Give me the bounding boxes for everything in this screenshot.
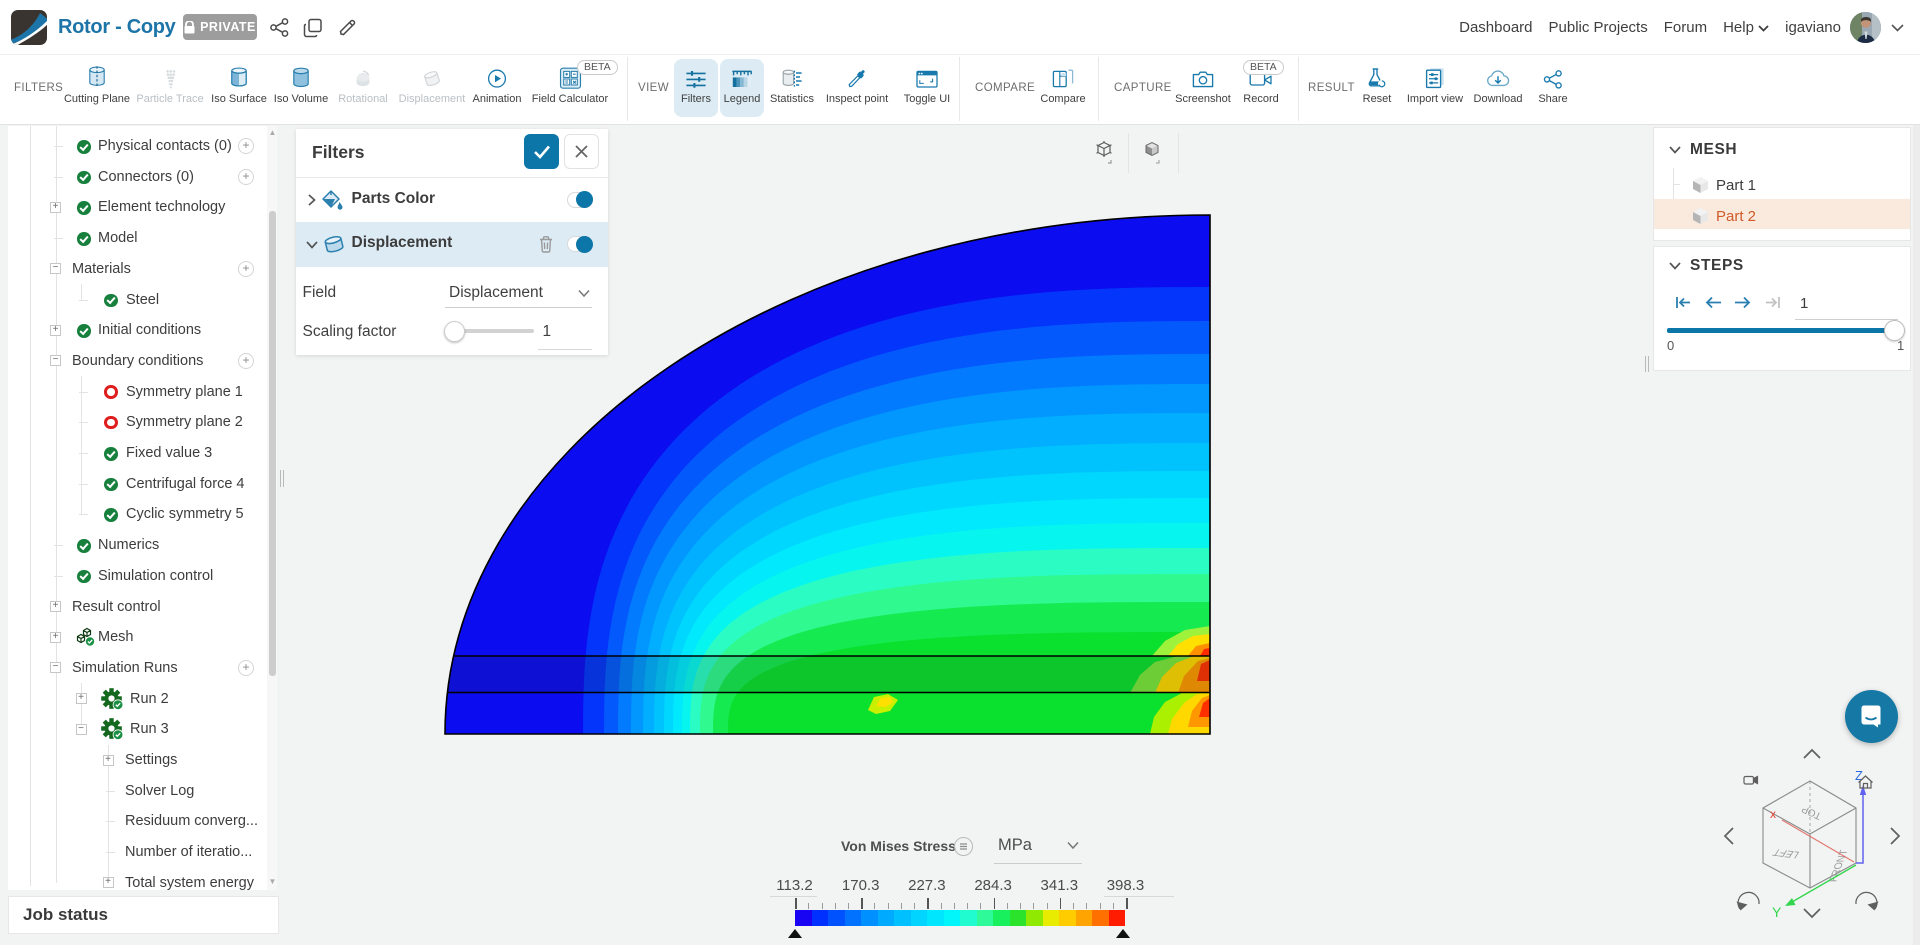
svg-text:Z: Z: [1855, 768, 1863, 783]
svg-text:LEFT: LEFT: [1770, 846, 1801, 860]
svg-text:x: x: [1770, 807, 1776, 821]
svg-text:Y: Y: [1772, 904, 1782, 920]
svg-text:TOP: TOP: [1800, 803, 1823, 822]
